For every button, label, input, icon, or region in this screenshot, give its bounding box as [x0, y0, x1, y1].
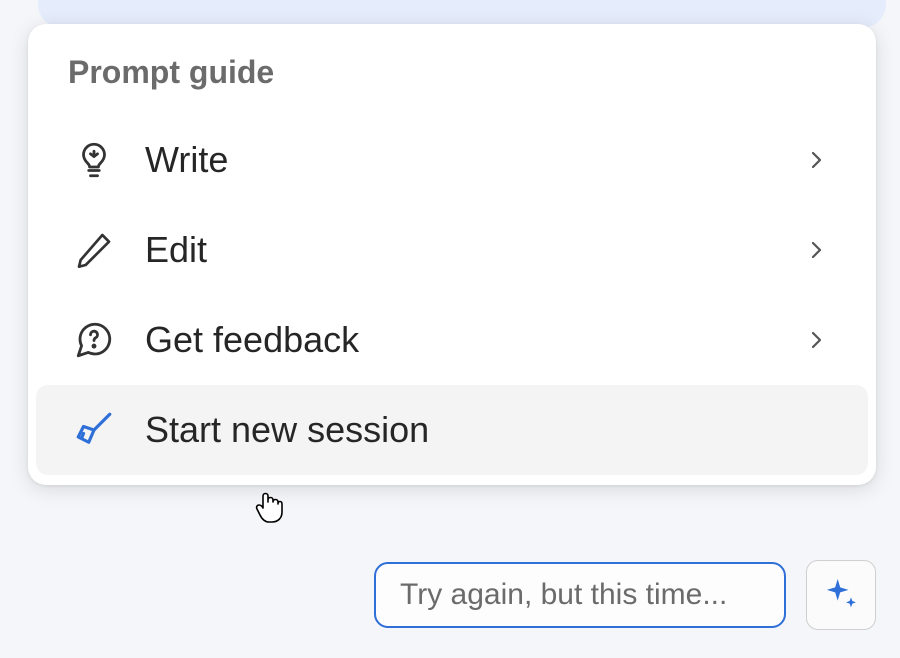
menu-item-write[interactable]: Write [36, 115, 868, 205]
menu-item-start-new-session[interactable]: Start new session [36, 385, 868, 475]
cursor-pointer-icon [253, 490, 285, 531]
prompt-input[interactable] [374, 562, 786, 628]
bottom-bar [0, 560, 900, 630]
chat-question-icon [71, 317, 117, 363]
menu-item-get-feedback[interactable]: Get feedback [36, 295, 868, 385]
panel-title: Prompt guide [28, 54, 876, 115]
pencil-icon [71, 227, 117, 273]
sparkle-button[interactable] [806, 560, 876, 630]
menu-item-edit[interactable]: Edit [36, 205, 868, 295]
sparkle-icon [821, 574, 861, 617]
menu-label: Start new session [117, 409, 828, 451]
chevron-right-icon [804, 328, 828, 352]
menu-label: Write [117, 139, 804, 181]
lightbulb-icon [71, 137, 117, 183]
chevron-right-icon [804, 238, 828, 262]
chevron-right-icon [804, 148, 828, 172]
broom-icon [71, 407, 117, 453]
menu-label: Edit [117, 229, 804, 271]
prompt-guide-panel: Prompt guide Write Edit [28, 24, 876, 485]
menu-label: Get feedback [117, 319, 804, 361]
